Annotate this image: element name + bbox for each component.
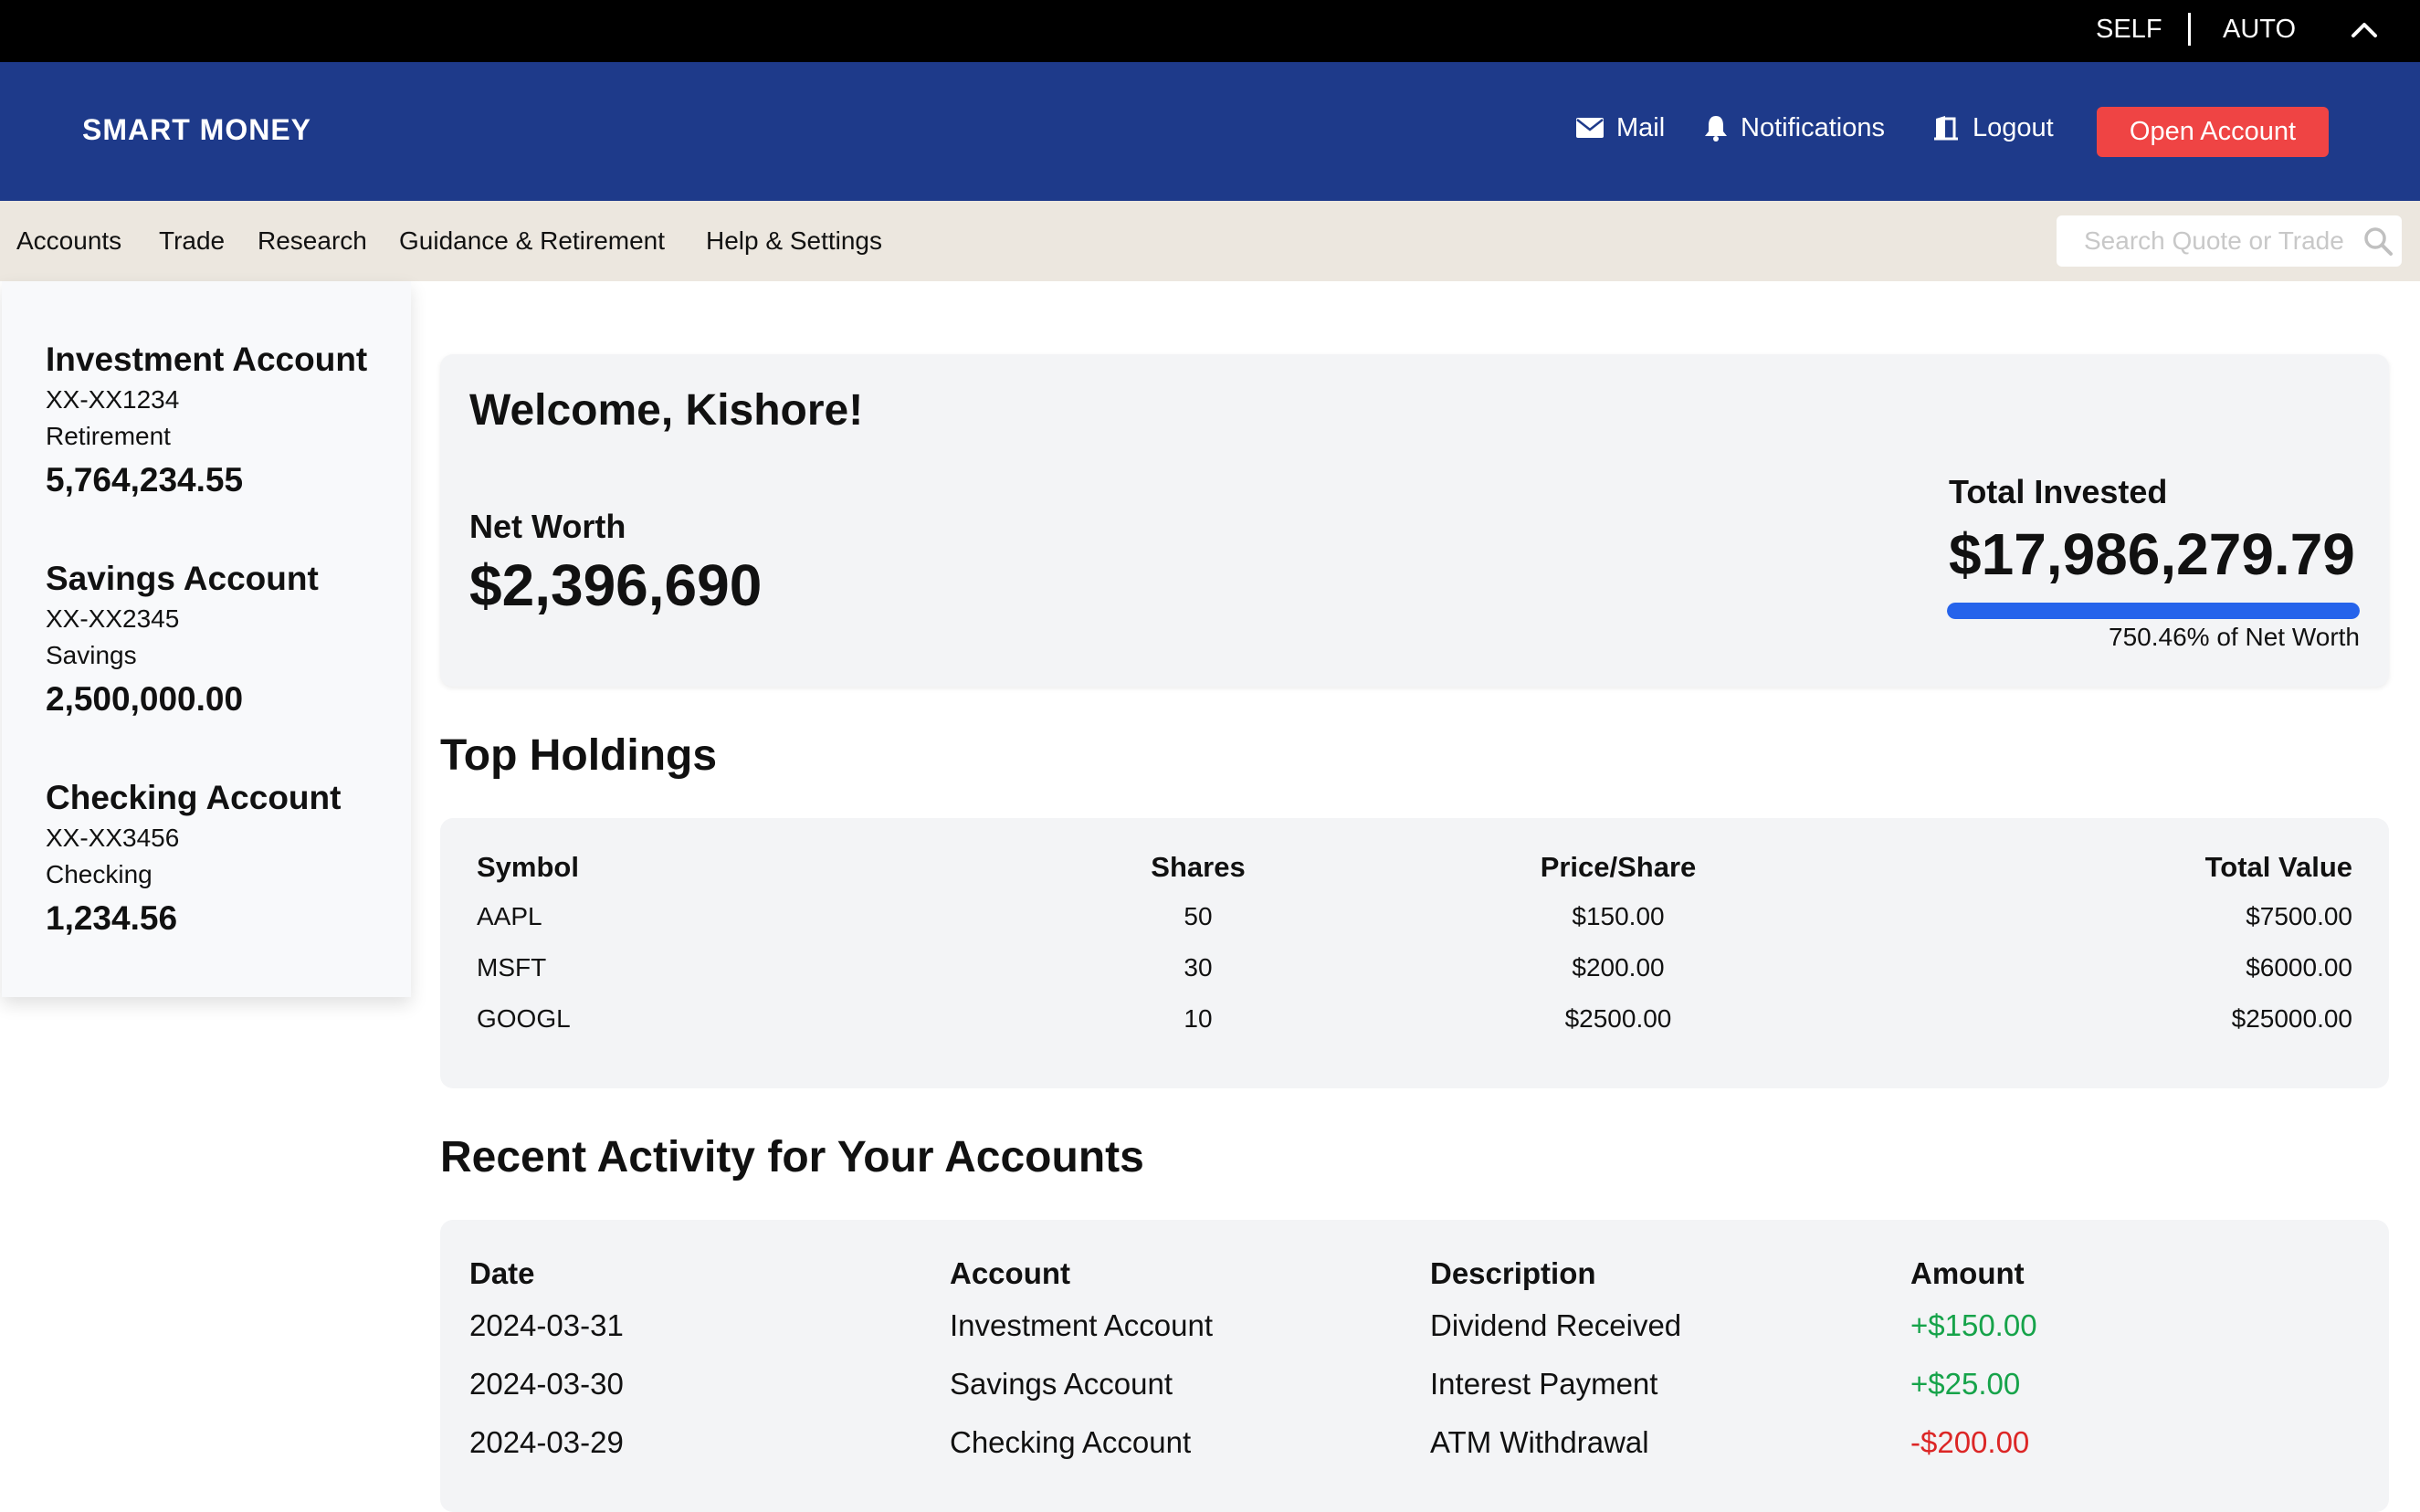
account-card-investment[interactable]: Investment Account XX-XX1234 Retirement … [46,338,367,506]
holding-shares: 30 [1184,953,1213,982]
activity-date: 2024-03-30 [469,1367,624,1401]
table-row[interactable]: 2024-03-31 Investment Account Dividend R… [469,1297,2276,1355]
column-header-total: Total Value [2204,851,2352,883]
activity-amount: +$150.00 [1910,1308,2037,1342]
table-row[interactable]: MSFT 30 $200.00 $6000.00 [477,942,2352,993]
holdings-table: Symbol Shares Price/Share Total Value AA… [477,844,2352,1045]
search-icon[interactable] [2363,226,2393,256]
open-account-button[interactable]: Open Account [2097,107,2329,157]
account-type: Retirement [46,422,171,450]
table-header-row: Date Account Description Amount [469,1251,2276,1297]
logout-door-icon [1934,116,1958,141]
self-mode-link[interactable]: SELF [2096,0,2162,62]
account-number: XX-XX3456 [46,824,180,852]
notifications-link[interactable]: Notifications [1704,110,1885,146]
nav-accounts[interactable]: Accounts [16,201,121,281]
mode-divider [2188,13,2191,46]
top-bar: SELF AUTO [0,0,2420,62]
activity-date: 2024-03-31 [469,1308,624,1342]
table-row[interactable]: GOOGL 10 $2500.00 $25000.00 [477,993,2352,1045]
holding-symbol: MSFT [477,953,547,982]
column-header-shares: Shares [1151,851,1246,883]
total-invested-value: $17,986,279.79 [1949,521,2355,587]
holding-shares: 10 [1184,1004,1213,1033]
column-header-description: Description [1430,1256,1596,1290]
auto-mode-link[interactable]: AUTO [2223,0,2296,62]
invested-progress-text: 750.46% of Net Worth [2109,623,2360,651]
column-header-symbol: Symbol [477,851,579,883]
activity-account: Checking Account [950,1425,1192,1459]
net-worth-label: Net Worth [469,508,626,545]
table-row[interactable]: 2024-03-29 Checking Account ATM Withdraw… [469,1413,2276,1472]
account-balance: 5,764,234.55 [46,461,244,499]
table-header-row: Symbol Shares Price/Share Total Value [477,844,2352,891]
account-number: XX-XX2345 [46,604,180,633]
accounts-sidebar: Investment Account XX-XX1234 Retirement … [2,281,411,997]
logout-link[interactable]: Logout [1934,110,2054,146]
nav-research[interactable]: Research [258,201,367,281]
holding-shares: 50 [1184,902,1213,930]
activity-date: 2024-03-29 [469,1425,624,1459]
nav-help-settings[interactable]: Help & Settings [706,201,882,281]
holding-price: $200.00 [1572,953,1665,982]
column-header-date: Date [469,1256,535,1290]
logo: SMART MONEY [82,113,311,146]
holding-price: $150.00 [1572,902,1665,930]
account-type: Checking [46,860,153,888]
invested-progress-fill [1947,603,2360,619]
search-input[interactable] [2057,215,2349,267]
activity-description: Dividend Received [1430,1308,1682,1342]
account-name: Investment Account [46,341,368,378]
holdings-card: Symbol Shares Price/Share Total Value AA… [440,818,2389,1088]
nav-guidance-retirement[interactable]: Guidance & Retirement [399,201,665,281]
holding-total: $25000.00 [2231,1004,2352,1033]
mail-label: Mail [1616,112,1666,142]
column-header-price: Price/Share [1540,851,1697,883]
account-balance: 2,500,000.00 [46,680,244,718]
notifications-label: Notifications [1741,112,1885,142]
net-worth-value: $2,396,690 [469,552,763,618]
holding-total: $6000.00 [2246,953,2352,982]
mail-icon [1576,118,1604,138]
account-number: XX-XX1234 [46,385,180,414]
activity-description: Interest Payment [1430,1367,1658,1401]
activity-card: Date Account Description Amount 2024-03-… [440,1220,2389,1512]
bell-icon [1705,116,1727,142]
activity-account: Savings Account [950,1367,1173,1401]
activity-amount: -$200.00 [1910,1425,2030,1459]
welcome-title: Welcome, Kishore! [469,386,864,435]
account-type: Savings [46,641,137,669]
account-balance: 1,234.56 [46,899,178,937]
account-card-savings[interactable]: Savings Account XX-XX2345 Savings 2,500,… [46,557,319,725]
search-box [2057,215,2402,267]
activity-description: ATM Withdrawal [1430,1425,1649,1459]
activity-title: Recent Activity for Your Accounts [440,1133,1144,1181]
chevron-up-icon[interactable] [2349,16,2380,42]
holding-symbol: GOOGL [477,1004,571,1033]
mail-link[interactable]: Mail [1576,110,1665,146]
column-header-account: Account [950,1256,1070,1290]
column-header-amount: Amount [1910,1256,2025,1290]
holdings-title: Top Holdings [440,731,718,780]
table-row[interactable]: AAPL 50 $150.00 $7500.00 [477,891,2352,942]
holding-total: $7500.00 [2246,902,2352,930]
holding-symbol: AAPL [477,902,542,930]
welcome-card: Welcome, Kishore! Net Worth $2,396,690 T… [440,354,2389,687]
main-header: SMART MONEY Mail Notifications Logout Op… [0,62,2420,201]
nav-trade[interactable]: Trade [159,201,225,281]
total-invested-label: Total Invested [1949,473,2168,510]
activity-amount: +$25.00 [1910,1367,2021,1401]
activity-account: Investment Account [950,1308,1213,1342]
table-row[interactable]: 2024-03-30 Savings Account Interest Paym… [469,1355,2276,1413]
activity-table: Date Account Description Amount 2024-03-… [469,1251,2276,1472]
logout-label: Logout [1973,112,2054,142]
account-card-checking[interactable]: Checking Account XX-XX3456 Checking 1,23… [46,776,341,944]
primary-nav: Accounts Trade Research Guidance & Retir… [0,201,2420,281]
invested-progress-bar [1947,603,2360,619]
account-name: Checking Account [46,779,342,816]
account-name: Savings Account [46,560,319,597]
holding-price: $2500.00 [1564,1004,1672,1033]
